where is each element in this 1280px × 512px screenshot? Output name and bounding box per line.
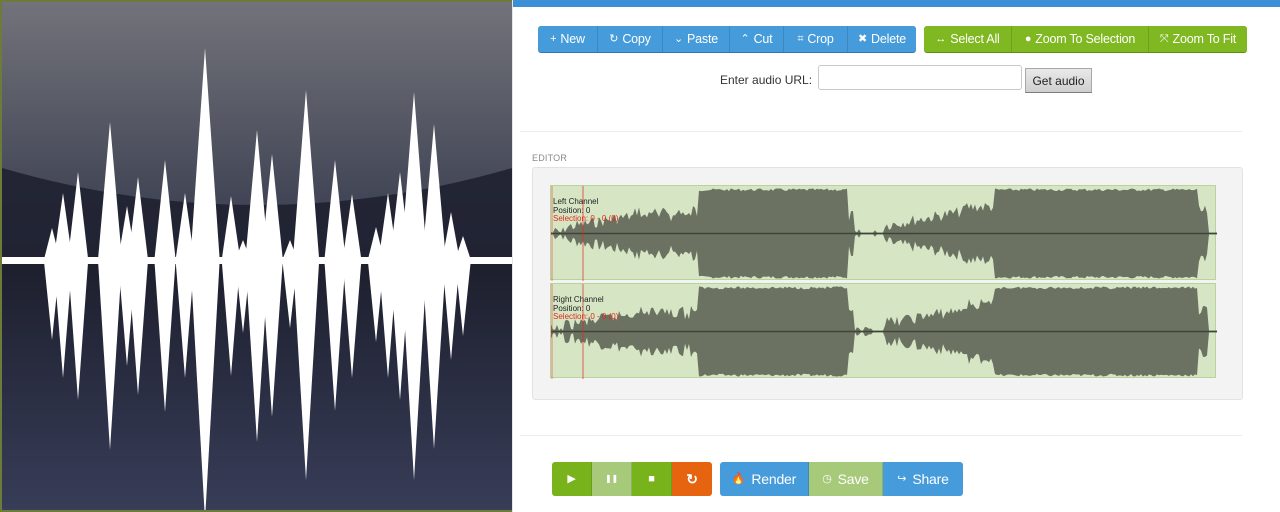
paste-button[interactable]: ⌄ Paste — [663, 26, 730, 52]
new-button-label: New — [560, 32, 585, 46]
view-toolbar: ↔ Select All ● Zoom To Selection ⤧ Zoom … — [924, 26, 1247, 52]
delete-button-label: Delete — [871, 32, 906, 46]
render-button-label: Render — [751, 471, 797, 487]
zoom-to-fit-button[interactable]: ⤧ Zoom To Fit — [1149, 26, 1247, 52]
crop-icon: ⌗ — [797, 32, 804, 45]
delete-button[interactable]: ✖ Delete — [848, 26, 916, 52]
fire-icon: 🔥 — [731, 472, 746, 485]
app-icon — [0, 0, 512, 512]
zoom-to-selection-button[interactable]: ● Zoom To Selection — [1012, 26, 1149, 52]
stop-icon: ■ — [648, 472, 655, 485]
crop-button[interactable]: ⌗ Crop — [784, 26, 848, 52]
get-audio-button[interactable]: Get audio — [1025, 68, 1092, 93]
screenshot-root: + New ↻ Copy ⌄ Paste ⌃ Cut ⌗ Crop ✖ Dele… — [0, 0, 1280, 512]
editor-container: Left Channel Position: 0 Selection: 0 - … — [532, 167, 1243, 400]
audio-url-input[interactable] — [818, 65, 1022, 90]
editor-section-label: EDITOR — [532, 153, 568, 163]
divider — [520, 435, 1242, 436]
cut-button[interactable]: ⌃ Cut — [730, 26, 784, 52]
select-all-button[interactable]: ↔ Select All — [924, 26, 1012, 52]
save-button[interactable]: ◷ Save — [809, 462, 883, 496]
audio-url-label: Enter audio URL: — [720, 73, 813, 87]
play-button[interactable]: ▶ — [552, 462, 592, 496]
close-icon: ✖ — [858, 32, 868, 45]
circle-icon: ● — [1024, 32, 1032, 45]
right-waveform — [551, 284, 1217, 379]
copy-icon: ↻ — [609, 32, 619, 45]
arrows-horizontal-icon: ↔ — [935, 32, 947, 45]
right-channel-selection: Selection: 0 - 0 (0) — [553, 312, 619, 321]
play-icon: ▶ — [567, 472, 576, 485]
waveform-logo-icon — [2, 2, 512, 510]
left-waveform — [551, 186, 1217, 281]
reload-button[interactable]: ↻ — [672, 462, 712, 496]
share-icon: ↪ — [897, 472, 907, 485]
chevron-up-icon: ⌃ — [740, 32, 750, 45]
crop-button-label: Crop — [807, 32, 834, 46]
paste-button-label: Paste — [687, 32, 718, 46]
zoom-to-selection-label: Zoom To Selection — [1035, 32, 1136, 46]
audio-editor-panel: + New ↻ Copy ⌄ Paste ⌃ Cut ⌗ Crop ✖ Dele… — [512, 0, 1280, 512]
share-button[interactable]: ↪ Share — [883, 462, 963, 496]
left-channel-waveform[interactable]: Left Channel Position: 0 Selection: 0 - … — [550, 185, 1217, 281]
copy-button[interactable]: ↻ Copy — [598, 26, 663, 52]
left-channel-selection: Selection: 0 - 0 (0) — [553, 214, 619, 223]
audio-url-form: Enter audio URL: Get audio — [513, 64, 1280, 94]
cut-button-label: Cut — [753, 32, 773, 46]
chevron-down-icon: ⌄ — [674, 32, 684, 45]
new-button[interactable]: + New — [538, 26, 598, 52]
transport-controls: ▶ ❚❚ ■ ↻ — [552, 462, 712, 496]
reload-icon: ↻ — [686, 471, 698, 487]
expand-icon: ⤧ — [1159, 32, 1169, 45]
stop-button[interactable]: ■ — [632, 462, 672, 496]
pause-icon: ❚❚ — [604, 474, 618, 483]
top-accent-bar — [513, 0, 1280, 7]
share-button-label: Share — [912, 471, 949, 487]
pause-button[interactable]: ❚❚ — [592, 462, 632, 496]
render-button[interactable]: 🔥 Render — [720, 462, 809, 496]
clock-icon: ◷ — [822, 472, 832, 485]
right-channel-info: Right Channel Position: 0 Selection: 0 -… — [553, 295, 619, 322]
left-channel-info: Left Channel Position: 0 Selection: 0 - … — [553, 197, 619, 224]
output-controls: 🔥 Render ◷ Save ↪ Share — [720, 462, 963, 496]
divider — [520, 131, 1242, 132]
right-channel-waveform[interactable]: Right Channel Position: 0 Selection: 0 -… — [550, 283, 1217, 379]
copy-button-label: Copy — [622, 32, 651, 46]
select-all-label: Select All — [950, 32, 1000, 46]
plus-icon: + — [550, 32, 557, 45]
zoom-to-fit-label: Zoom To Fit — [1172, 32, 1237, 46]
save-button-label: Save — [837, 471, 869, 487]
edit-toolbar: + New ↻ Copy ⌄ Paste ⌃ Cut ⌗ Crop ✖ Dele… — [538, 26, 916, 52]
